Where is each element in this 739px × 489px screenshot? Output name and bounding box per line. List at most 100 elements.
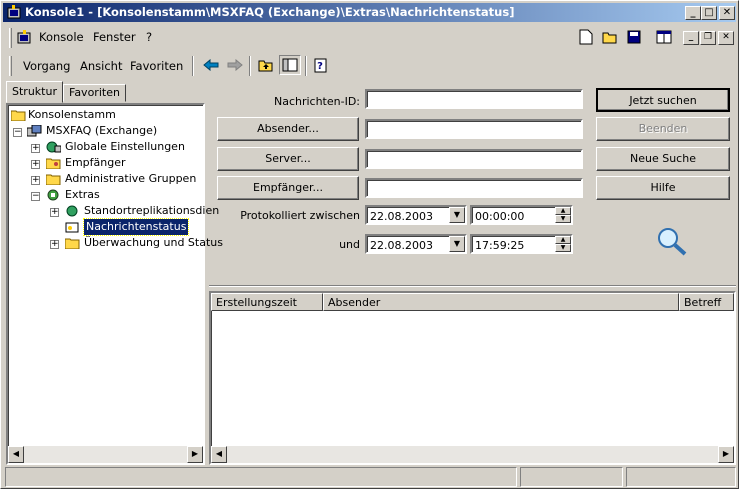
tree-expand-toggle[interactable]: +: [31, 176, 40, 185]
tree-node-extras[interactable]: Extras: [65, 187, 100, 203]
spin-down-icon[interactable]: ▼: [555, 215, 571, 223]
recipient-button[interactable]: Empfänger...: [217, 176, 359, 200]
status-bar-panel-2: [520, 467, 623, 487]
new-search-button[interactable]: Neue Suche: [596, 147, 730, 171]
server-input[interactable]: [365, 149, 583, 169]
tree-collapse-toggle[interactable]: −: [13, 128, 22, 137]
from-date-picker[interactable]: 22.08.2003 ▼: [365, 205, 467, 225]
exchange-org-icon: [27, 125, 42, 137]
scroll-left-button[interactable]: ◀: [8, 446, 24, 463]
open-folder-icon[interactable]: [599, 27, 621, 47]
tree-expand-toggle[interactable]: +: [31, 144, 40, 153]
menu-konsole[interactable]: Konsole: [39, 30, 84, 44]
folder-icon: [65, 238, 80, 249]
up-level-icon[interactable]: [255, 55, 277, 75]
spin-up-icon[interactable]: ▲: [555, 236, 571, 244]
stop-button[interactable]: Beenden: [596, 117, 730, 141]
column-header-absender[interactable]: Absender: [323, 293, 679, 311]
message-id-input[interactable]: [365, 89, 583, 109]
mmc-window: Konsole1 - [Konsolenstamm\MSXFAQ (Exchan…: [0, 0, 739, 489]
tree-node-empfaenger[interactable]: Empfänger: [65, 155, 126, 171]
new-document-icon[interactable]: [575, 27, 597, 47]
to-date-dropdown-icon[interactable]: ▼: [449, 236, 465, 252]
forward-arrow-icon[interactable]: [224, 55, 246, 75]
menu-konsole-label: Konsole: [39, 30, 84, 44]
sender-input[interactable]: [365, 119, 583, 139]
tree-node-nachrichtenstatus[interactable]: Nachrichtenstatus: [82, 218, 190, 236]
folder-icon: [46, 174, 61, 185]
toolbar-separator-3: [305, 56, 307, 76]
title-bar[interactable]: Konsole1 - [Konsolenstamm\MSXFAQ (Exchan…: [3, 3, 736, 22]
tree-node-standortreplikation[interactable]: Standortreplikationsdien: [84, 203, 219, 219]
back-arrow-icon[interactable]: [200, 55, 222, 75]
menu-ansicht[interactable]: Ansicht: [80, 59, 122, 73]
results-horizontal-scrollbar[interactable]: ◀ ▶: [211, 446, 734, 463]
save-icon[interactable]: [623, 27, 645, 47]
spin-down-icon[interactable]: ▼: [555, 244, 571, 252]
mmc-icon[interactable]: [7, 5, 22, 20]
console-tree[interactable]: Konsolenstamm − MSXFAQ (Exchange) + Glob…: [6, 103, 223, 465]
to-time-stepper[interactable]: 17:59:25 ▲ ▼: [470, 234, 573, 254]
action-toolbar: Vorgang Ansicht Favoriten ?: [3, 53, 736, 79]
sender-button[interactable]: Absender...: [217, 117, 359, 141]
magnifier-icon: [658, 228, 687, 256]
tab-favoriten-label: Favoriten: [69, 86, 120, 99]
tab-struktur-label: Struktur: [12, 85, 57, 98]
window-title: Konsole1 - [Konsolenstamm\MSXFAQ (Exchan…: [25, 5, 515, 19]
menu-fenster[interactable]: Fenster: [93, 30, 136, 44]
tree-node-konsolenstamm[interactable]: Konsolenstamm: [28, 107, 116, 123]
menu-favoriten[interactable]: Favoriten: [130, 59, 183, 73]
tree-expand-toggle[interactable]: +: [31, 160, 40, 169]
tab-struktur[interactable]: Struktur: [6, 81, 63, 103]
server-button[interactable]: Server...: [217, 147, 359, 171]
toolbar-separator: [192, 56, 194, 76]
close-button[interactable]: ✕: [719, 6, 735, 20]
properties-help-icon[interactable]: ?: [310, 55, 332, 75]
console-icon: [17, 30, 31, 44]
menu-grip[interactable]: [9, 28, 12, 48]
from-date-dropdown-icon[interactable]: ▼: [449, 207, 465, 223]
tree-node-administrative-gruppen[interactable]: Administrative Gruppen: [65, 171, 196, 187]
to-date-picker[interactable]: 22.08.2003 ▼: [365, 234, 467, 254]
minimize-button[interactable]: _: [685, 6, 701, 20]
scroll-left-button[interactable]: ◀: [211, 446, 227, 463]
tree-expand-toggle[interactable]: +: [50, 208, 59, 217]
folder-icon: [11, 110, 26, 121]
menu-vorgang[interactable]: Vorgang: [23, 59, 70, 73]
tools-icon: [47, 189, 59, 201]
column-header-erstellungszeit[interactable]: Erstellungszeit: [211, 293, 323, 311]
menu-help[interactable]: ?: [146, 30, 152, 44]
tree-collapse-toggle[interactable]: −: [31, 192, 40, 201]
recipients-folder-icon: [46, 158, 61, 169]
and-label: und: [339, 238, 360, 251]
spin-up-icon[interactable]: ▲: [555, 207, 571, 215]
tree-horizontal-scrollbar[interactable]: ◀ ▶: [8, 446, 203, 463]
tree-node-ueberwachung[interactable]: Überwachung und Status: [84, 235, 223, 251]
to-time-spin[interactable]: ▲ ▼: [555, 236, 571, 252]
toolbar-separator-2: [249, 56, 251, 76]
help-button[interactable]: Hilfe: [596, 176, 730, 200]
mdi-close-button[interactable]: ✕: [718, 31, 734, 45]
pane-divider[interactable]: [209, 285, 736, 287]
from-time-spin[interactable]: ▲ ▼: [555, 207, 571, 223]
scroll-right-button[interactable]: ▶: [718, 446, 734, 463]
results-list[interactable]: Erstellungszeit Absender Betreff ◀ ▶: [209, 291, 736, 465]
search-now-button[interactable]: Jetzt suchen: [596, 88, 730, 112]
mdi-minimize-button[interactable]: _: [683, 31, 699, 45]
recipient-input[interactable]: [365, 178, 583, 198]
tree-node-msxfaq[interactable]: MSXFAQ (Exchange): [46, 123, 157, 139]
scroll-right-button[interactable]: ▶: [187, 446, 203, 463]
maximize-button[interactable]: □: [701, 6, 717, 20]
tab-favoriten[interactable]: Favoriten: [63, 84, 126, 102]
globe-icon: [66, 205, 78, 217]
message-id-label: Nachrichten-ID:: [273, 95, 360, 108]
show-hide-tree-icon[interactable]: [279, 55, 301, 75]
toolbar-grip[interactable]: [9, 56, 12, 76]
from-time-stepper[interactable]: 00:00:00 ▲ ▼: [470, 205, 573, 225]
column-header-betreff[interactable]: Betreff: [679, 293, 734, 311]
status-bar-main: [5, 467, 517, 487]
tree-expand-toggle[interactable]: +: [50, 240, 59, 249]
tree-node-globale-einstellungen[interactable]: Globale Einstellungen: [65, 139, 185, 155]
mdi-restore-button[interactable]: ❐: [700, 31, 716, 45]
new-window-icon[interactable]: [653, 27, 675, 47]
